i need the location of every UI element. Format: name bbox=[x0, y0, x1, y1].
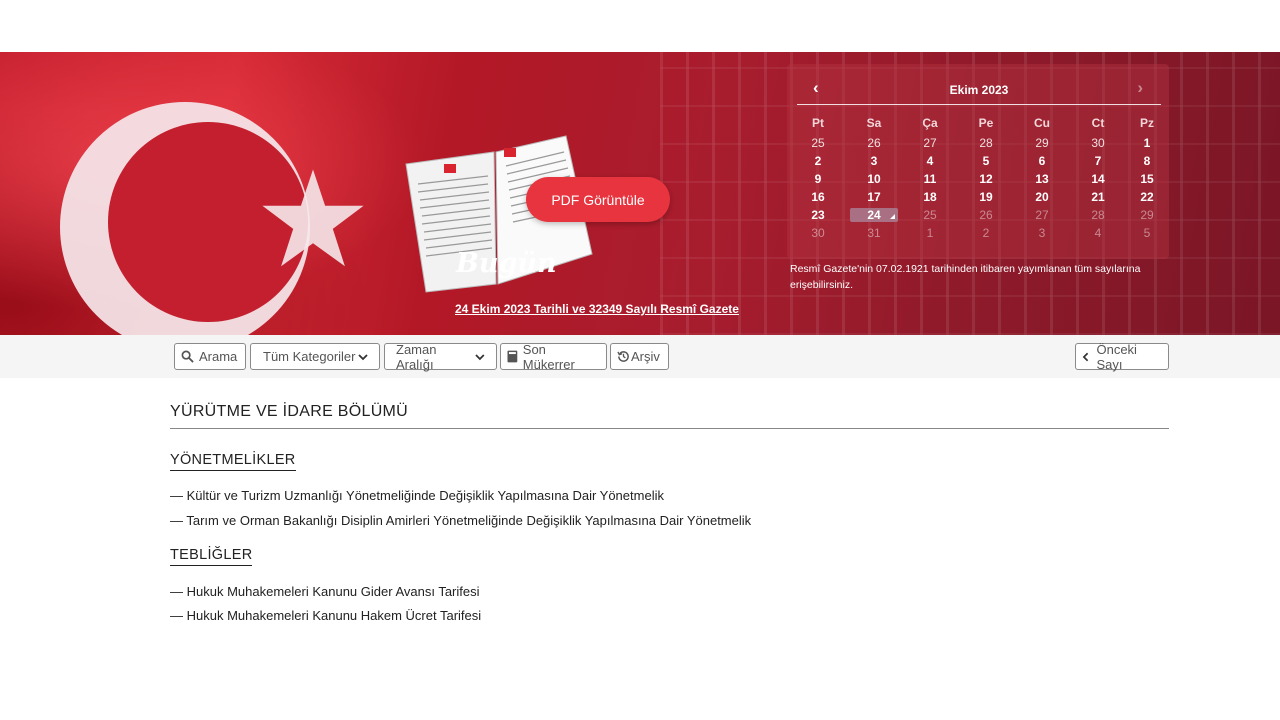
calendar-day: 27 bbox=[1035, 208, 1049, 222]
calendar-dow: Pz bbox=[1139, 116, 1154, 130]
calendar-week: 30 31 1 2 3 4 5 bbox=[790, 224, 1168, 242]
calendar-day[interactable]: 17 bbox=[846, 190, 902, 204]
list-item[interactable]: — Hukuk Muhakemeleri Kanunu Gider Avansı… bbox=[170, 584, 480, 599]
calendar-note: Resmî Gazete'nin 07.02.1921 tarihinden i… bbox=[790, 263, 1141, 291]
calendar-dow: Cu bbox=[1034, 116, 1050, 130]
flag-star-icon bbox=[262, 169, 364, 267]
calendar-day[interactable]: 2 bbox=[790, 154, 846, 168]
last-repeat-button[interactable]: Son Mükerrer bbox=[500, 341, 607, 372]
search-button-label: Arama bbox=[199, 349, 238, 364]
group-title-communiques: TEBLİĞLER bbox=[170, 547, 253, 566]
last-repeat-label: Son Mükerrer bbox=[522, 341, 575, 372]
previous-issue-button[interactable]: Önceki Sayı bbox=[1075, 341, 1169, 372]
calendar-dow: Ça bbox=[922, 116, 938, 130]
category-select-label: Tüm Kategoriler bbox=[263, 349, 356, 364]
list-item[interactable]: — Kültür ve Turizm Uzmanlığı Yönetmeliği… bbox=[170, 488, 664, 503]
archive-button[interactable]: Arşiv bbox=[610, 343, 669, 370]
calendar-week: 25 26 27 28 29 30 1 bbox=[790, 134, 1168, 152]
list-item[interactable]: — Tarım ve Orman Bakanlığı Disiplin Amir… bbox=[170, 513, 751, 528]
calendar-day[interactable]: 28 bbox=[958, 136, 1014, 150]
history-icon bbox=[617, 351, 629, 362]
calendar-day: 25 bbox=[923, 208, 937, 222]
calendar-day[interactable]: 27 bbox=[902, 136, 958, 150]
calendar-day[interactable]: 15 bbox=[1126, 172, 1168, 186]
calendar-week: 16 17 18 19 20 21 22 bbox=[790, 188, 1168, 206]
search-button[interactable]: Arama bbox=[174, 343, 246, 370]
calendar-day[interactable]: 13 bbox=[1014, 172, 1070, 186]
calendar-day[interactable]: 24 bbox=[850, 208, 898, 222]
time-range-select[interactable]: Zaman Aralığı bbox=[384, 341, 497, 372]
search-icon bbox=[181, 350, 194, 363]
calendar-day[interactable]: 18 bbox=[902, 190, 958, 204]
category-select[interactable]: Tüm Kategoriler bbox=[250, 343, 380, 370]
toolbar: Arama Tüm Kategoriler Zaman Aralığı Son … bbox=[0, 335, 1280, 378]
book-icon bbox=[507, 350, 518, 363]
chevron-down-icon bbox=[475, 353, 485, 360]
calendar-dow: Sa bbox=[866, 116, 882, 130]
list-item[interactable]: — Hukuk Muhakemeleri Kanunu Hakem Ücret … bbox=[170, 608, 481, 623]
calendar-day[interactable]: 20 bbox=[1014, 190, 1070, 204]
calendar-header: ‹ Ekim 2023 › bbox=[797, 78, 1161, 105]
calendar-day: 26 bbox=[979, 208, 993, 222]
calendar-week: 9 10 11 12 13 14 15 bbox=[790, 170, 1168, 188]
calendar-day: 30 bbox=[811, 226, 825, 240]
today-heading: Bugün bbox=[456, 248, 557, 279]
calendar-day[interactable]: 8 bbox=[1126, 154, 1168, 168]
calendar-day: 4 bbox=[1094, 226, 1102, 240]
section-title: YÜRÜTME VE İDARE BÖLÜMÜ bbox=[170, 403, 409, 420]
calendar-day[interactable]: 30 bbox=[1070, 136, 1126, 150]
calendar-day: 31 bbox=[867, 226, 881, 240]
calendar-day[interactable]: 22 bbox=[1126, 190, 1168, 204]
calendar-day[interactable]: 11 bbox=[902, 172, 958, 186]
calendar-day[interactable]: 3 bbox=[846, 154, 902, 168]
calendar-day: 29 bbox=[1140, 208, 1154, 222]
calendar-day: 28 bbox=[1091, 208, 1105, 222]
archive-label: Arşiv bbox=[631, 349, 660, 364]
calendar-day[interactable]: 9 bbox=[790, 172, 846, 186]
calendar-day[interactable]: 21 bbox=[1070, 190, 1126, 204]
calendar-day[interactable]: 16 bbox=[790, 190, 846, 204]
time-range-label: Zaman Aralığı bbox=[396, 341, 437, 372]
calendar-day[interactable]: 5 bbox=[958, 154, 1014, 168]
calendar-week: 2345678 bbox=[790, 152, 1168, 170]
chevron-left-icon bbox=[1082, 352, 1089, 361]
calendar-day: 2 bbox=[982, 226, 990, 240]
calendar-day[interactable]: 29 bbox=[1014, 136, 1070, 150]
calendar-day[interactable]: 26 bbox=[846, 136, 902, 150]
issue-link[interactable]: 24 Ekim 2023 Tarihli ve 32349 Sayılı Res… bbox=[455, 302, 739, 316]
chevron-right-icon[interactable]: › bbox=[1137, 78, 1143, 98]
calendar-day[interactable]: 6 bbox=[1014, 154, 1070, 168]
pdf-view-button[interactable]: PDF Görüntüle bbox=[526, 177, 670, 222]
calendar-day[interactable]: 4 bbox=[902, 154, 958, 168]
section-divider bbox=[170, 428, 1169, 429]
calendar-widget: ‹ Ekim 2023 › Pt Sa Ça Pe Cu Ct Pz 25 26 27 28 29 30… bbox=[787, 64, 1169, 259]
calendar-day[interactable]: 10 bbox=[846, 172, 902, 186]
chevron-down-icon bbox=[358, 353, 368, 360]
calendar-dow: Pe bbox=[978, 116, 994, 130]
calendar-day[interactable]: 1 bbox=[1126, 136, 1168, 150]
calendar-day[interactable]: 7 bbox=[1070, 154, 1126, 168]
group-title-regulations: YÖNETMELİKLER bbox=[170, 452, 296, 471]
calendar-dow: Ct bbox=[1091, 116, 1105, 130]
calendar-dow: Pt bbox=[812, 116, 824, 130]
calendar-grid: Pt Sa Ça Pe Cu Ct Pz 25 26 27 28 29 30 1 2 3 4 5 6 7 8 9 10 11 1… bbox=[790, 116, 1168, 242]
calendar-week: 23 24 25 26 27 28 29 bbox=[790, 206, 1168, 224]
calendar-day: 3 bbox=[1038, 226, 1046, 240]
calendar-month-title[interactable]: Ekim 2023 bbox=[797, 83, 1161, 97]
calendar-day[interactable]: 14 bbox=[1070, 172, 1126, 186]
calendar-day[interactable]: 12 bbox=[958, 172, 1014, 186]
calendar-day[interactable]: 23 bbox=[790, 208, 846, 222]
calendar-day: 5 bbox=[1143, 226, 1151, 240]
calendar-day[interactable]: 25 bbox=[790, 136, 846, 150]
calendar-day: 1 bbox=[926, 226, 934, 240]
previous-issue-label: Önceki Sayı bbox=[1096, 341, 1137, 372]
calendar-day[interactable]: 19 bbox=[958, 190, 1014, 204]
